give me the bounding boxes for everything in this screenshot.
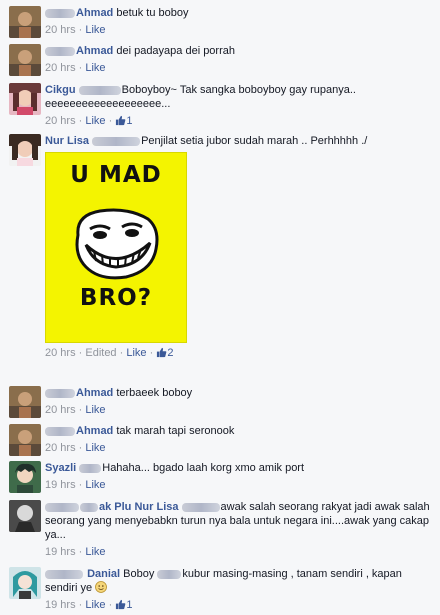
like-button[interactable]: Like <box>85 599 105 611</box>
thumbs-up-icon <box>116 599 126 610</box>
separator: · <box>75 479 86 491</box>
comment-text: tak marah tapi seronook <box>116 425 235 437</box>
like-count[interactable]: 1 <box>115 115 132 127</box>
comment-text: dei padayapa dei porrah <box>116 45 235 57</box>
tagged-name[interactable]: Boboy <box>123 568 154 580</box>
separator: · <box>75 62 86 74</box>
redacted-name <box>45 502 79 512</box>
like-count[interactable]: 1 <box>115 599 132 611</box>
avatar[interactable] <box>9 567 41 599</box>
like-button[interactable]: Like <box>85 115 105 127</box>
meme-image[interactable]: U MAD BRO? <box>45 152 187 343</box>
like-count-value: 1 <box>126 115 133 127</box>
smile-icon <box>95 581 108 593</box>
like-button[interactable]: Like <box>85 404 105 416</box>
redacted-name <box>45 426 75 436</box>
like-count[interactable]: 2 <box>156 347 173 359</box>
avatar[interactable] <box>9 134 41 166</box>
comment-time[interactable]: 20 hrs <box>45 24 76 36</box>
commenter-name[interactable]: Nur Lisa <box>45 135 89 147</box>
like-count-value: 2 <box>167 347 174 359</box>
avatar[interactable] <box>9 83 41 115</box>
comment-time[interactable]: 20 hrs <box>45 62 76 74</box>
meme-top-text: U MAD <box>70 162 162 188</box>
like-button[interactable]: Like <box>126 347 146 359</box>
comment-time[interactable]: 20 hrs <box>45 115 76 127</box>
separator: · <box>75 404 86 416</box>
like-button[interactable]: Like <box>85 546 105 558</box>
like-count-value: 1 <box>126 599 133 611</box>
commenter-name[interactable]: Ahmad <box>76 387 113 399</box>
commenter-name[interactable]: Ahmad <box>76 425 113 437</box>
avatar[interactable] <box>9 424 41 456</box>
comment-time[interactable]: 20 hrs <box>45 442 76 454</box>
separator: · <box>75 115 86 127</box>
separator: · <box>75 599 86 611</box>
redacted-name <box>45 569 83 579</box>
commenter-name[interactable]: Ahmad <box>76 7 113 19</box>
comment-time[interactable]: 19 hrs <box>45 599 76 611</box>
comment-text: terbaeek boboy <box>116 387 193 399</box>
comment-time[interactable]: 20 hrs <box>45 404 76 416</box>
comment-time[interactable]: 20 hrs <box>45 347 76 359</box>
separator: · <box>75 347 86 359</box>
redacted-name <box>181 502 220 512</box>
commenter-name[interactable]: Danial <box>87 568 120 580</box>
comment-text: Penjilat setia jubor sudah marah .. Perh… <box>141 135 368 147</box>
comment-text: betuk tu boboy <box>116 7 189 19</box>
separator: · <box>75 546 86 558</box>
comment-time[interactable]: 19 hrs <box>45 546 76 558</box>
redacted-name <box>79 463 102 473</box>
redacted-name <box>78 85 121 95</box>
like-button[interactable]: Like <box>85 442 105 454</box>
avatar[interactable] <box>9 386 41 418</box>
redacted-name <box>45 8 75 18</box>
redacted-name <box>157 569 182 579</box>
redacted-name <box>92 136 141 146</box>
commenter-name[interactable]: Cikgu <box>45 84 76 96</box>
redacted-name <box>45 388 75 398</box>
like-button[interactable]: Like <box>85 479 105 491</box>
meme-bottom-text: BRO? <box>79 285 153 311</box>
comment-time[interactable]: 19 hrs <box>45 479 76 491</box>
avatar[interactable] <box>9 461 41 493</box>
separator: · <box>146 347 157 359</box>
comment-text: Hahaha... bgado laah korg xmo amik port <box>102 462 305 474</box>
separator: · <box>116 347 127 359</box>
thumbs-up-icon <box>116 115 126 126</box>
redacted-name <box>80 502 98 512</box>
commenter-name-prefix[interactable]: ak Plu <box>99 501 131 513</box>
comment-feed: Ahmad betuk tu boboy 20 hrs · Like Ahmad… <box>0 0 440 615</box>
like-button[interactable]: Like <box>85 62 105 74</box>
separator: · <box>105 115 116 127</box>
avatar[interactable] <box>9 6 41 38</box>
separator: · <box>105 599 116 611</box>
redacted-name <box>45 46 75 56</box>
edited-label[interactable]: Edited <box>85 347 116 359</box>
trollface-icon <box>75 208 159 280</box>
separator: · <box>75 442 86 454</box>
like-button[interactable]: Like <box>85 24 105 36</box>
commenter-name[interactable]: Nur Lisa <box>134 501 178 513</box>
avatar[interactable] <box>9 500 41 532</box>
commenter-name[interactable]: Syazli <box>45 462 76 474</box>
thumbs-up-icon <box>157 347 167 358</box>
separator: · <box>75 24 86 36</box>
avatar[interactable] <box>9 44 41 76</box>
commenter-name[interactable]: Ahmad <box>76 45 113 57</box>
